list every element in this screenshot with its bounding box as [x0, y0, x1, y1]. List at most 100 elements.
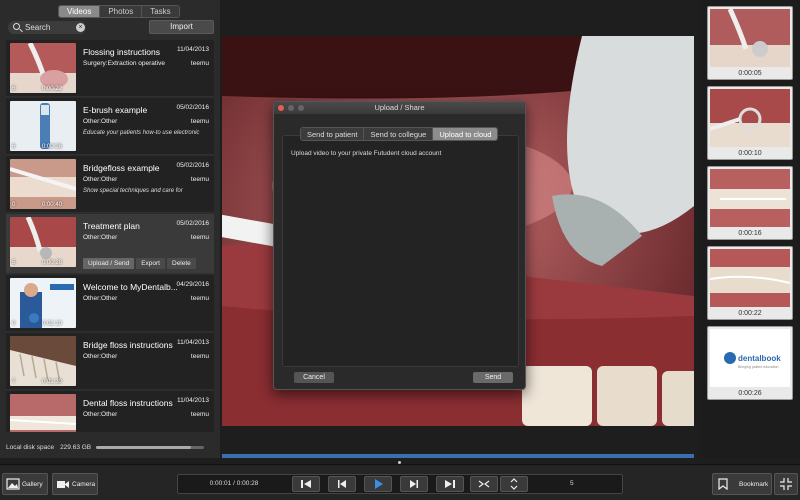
search-input[interactable]: Search: [8, 21, 86, 34]
next-frame-icon: [445, 480, 452, 488]
list-item[interactable]: 0 0:02:10 Welcome to MyDentalb... 04/29/…: [6, 275, 214, 332]
snapshot-item[interactable]: 0:00:22: [707, 246, 793, 320]
video-index: 7: [12, 379, 16, 385]
bookmark-button[interactable]: Bookmark: [712, 473, 772, 495]
video-thumbnail: 0 0:02:10: [10, 278, 76, 328]
disk-usage-fill: [96, 446, 192, 449]
bookmark-label: Bookmark: [739, 480, 769, 488]
dialog-message: Upload video to your private Futudent cl…: [291, 150, 442, 157]
snapshot-image: [710, 89, 790, 147]
collapse-icon: [478, 480, 490, 488]
snapshot-item[interactable]: dentalbook Bringing patient education 0:0…: [707, 326, 793, 400]
video-description: Educate your patients how-to use electro…: [83, 130, 200, 136]
snapshot-image: [710, 169, 790, 227]
updown-button[interactable]: [500, 476, 528, 492]
video-user: teemu: [190, 234, 209, 241]
video-category: Other:Other: [83, 295, 118, 302]
dentalbook-brand: dentalbook: [738, 354, 781, 363]
disk-space-label: Local disk space: [6, 444, 55, 451]
snapshot-item[interactable]: 0:00:10: [707, 86, 793, 160]
video-thumbnail: [10, 394, 76, 432]
upload-send-button[interactable]: Upload / Send: [83, 258, 135, 269]
dentalbook-tagline: Bringing patient education: [738, 365, 779, 369]
video-thumbnail: 6 0:00:36: [10, 101, 76, 151]
clear-search-icon[interactable]: ×: [76, 23, 85, 32]
snapshot-time: 0:00:26: [738, 390, 762, 397]
step-back-icon: [340, 480, 346, 488]
snapshot-item[interactable]: 0:00:05: [707, 6, 793, 80]
video-date: 11/04/2013: [176, 46, 209, 53]
gallery-button[interactable]: Gallery: [2, 473, 48, 495]
video-user: teemu: [190, 176, 209, 183]
video-duration: 0:00:28: [41, 260, 62, 266]
timeline-scrubber[interactable]: [222, 454, 694, 458]
video-title: Dental floss instructions: [83, 398, 173, 408]
video-title: E-brush example: [83, 105, 148, 115]
step-back-button[interactable]: [328, 476, 356, 492]
step-forward-button[interactable]: [400, 476, 428, 492]
minimize-window-icon[interactable]: [288, 105, 294, 111]
export-button[interactable]: Export: [136, 258, 165, 269]
video-duration: 0:00:40: [41, 202, 62, 208]
tab-send-to-patient[interactable]: Send to patient: [301, 128, 365, 140]
fullscreen-button[interactable]: [774, 473, 798, 495]
import-button[interactable]: Import: [149, 20, 214, 34]
video-user: teemu: [190, 295, 209, 302]
video-thumbnail: 5 0:00:28: [10, 217, 76, 267]
library-toolbar: Videos Photos Tasks Search × Import: [0, 0, 220, 40]
close-window-icon[interactable]: [278, 105, 284, 111]
list-item[interactable]: Dental floss instructions 11/04/2013 Oth…: [6, 391, 214, 432]
list-item[interactable]: 0 0:00:40 Bridgefloss example 05/02/2016…: [6, 156, 214, 213]
snapshot-image: [710, 9, 790, 67]
delete-button[interactable]: Delete: [167, 258, 196, 269]
tab-tasks[interactable]: Tasks: [142, 6, 179, 17]
video-index: 6: [12, 86, 16, 92]
zoom-window-icon[interactable]: [298, 105, 304, 111]
playback-controls: 0:00:01 / 0:00:28 5: [177, 474, 623, 494]
snapshot-time: 0:00:05: [738, 70, 762, 77]
bottom-toolbar: Gallery Camera 0:00:01 / 0:00:28 5 Bookm…: [0, 464, 800, 500]
prev-frame-button[interactable]: [292, 476, 320, 492]
cancel-button[interactable]: Cancel: [294, 372, 334, 383]
play-button[interactable]: [364, 476, 392, 492]
camera-button[interactable]: Camera: [52, 473, 98, 495]
search-placeholder: Search: [25, 23, 51, 32]
disk-space: Local disk space 229.63 GB: [6, 444, 91, 451]
video-index: 6: [12, 144, 16, 150]
disk-usage-bar: [96, 446, 204, 449]
list-item[interactable]: 6 0:00:22 Flossing instructions 11/04/20…: [6, 40, 214, 97]
video-category: Other:Other: [83, 234, 118, 241]
video-category: Other:Other: [83, 118, 118, 125]
video-index: 5: [12, 260, 16, 266]
tab-upload-to-cloud[interactable]: Upload to cloud: [433, 128, 498, 140]
video-user: teemu: [190, 353, 209, 360]
video-user: teemu: [190, 60, 209, 67]
video-list[interactable]: 6 0:00:22 Flossing instructions 11/04/20…: [6, 40, 214, 432]
send-button[interactable]: Send: [473, 372, 513, 383]
list-item[interactable]: 7 0:01:39 Bridge floss instructions 11/0…: [6, 333, 214, 390]
video-category: Surgery:Extraction operative: [83, 60, 166, 67]
list-item[interactable]: 6 0:00:36 E-brush example 05/02/2016 Oth…: [6, 98, 214, 155]
video-date: 05/02/2016: [176, 162, 209, 169]
dialog-title: Upload / Share: [374, 103, 425, 112]
dialog-content: Upload video to your private Futudent cl…: [282, 135, 519, 367]
prev-frame-icon: [304, 480, 311, 488]
next-frame-button[interactable]: [436, 476, 464, 492]
video-date: 04/29/2016: [176, 281, 209, 288]
video-title: Bridge floss instructions: [83, 340, 173, 350]
video-title: Welcome to MyDentalb...: [83, 282, 178, 292]
snapshot-image: [710, 249, 790, 307]
list-item-selected[interactable]: 5 0:00:28 Treatment plan 05/02/2016 Othe…: [6, 214, 214, 274]
video-user: teemu: [190, 411, 209, 418]
tab-videos[interactable]: Videos: [59, 6, 101, 17]
video-duration: 0:01:39: [41, 379, 62, 385]
video-user: teemu: [190, 118, 209, 125]
upload-share-dialog: Upload / Share Upload video to your priv…: [273, 101, 526, 390]
video-thumbnail: 6 0:00:22: [10, 43, 76, 93]
tab-photos[interactable]: Photos: [100, 6, 143, 17]
collapse-button[interactable]: [470, 476, 498, 492]
snapshot-item[interactable]: 0:00:16: [707, 166, 793, 240]
video-date: 05/02/2016: [176, 220, 209, 227]
video-thumbnail: 7 0:01:39: [10, 336, 76, 386]
tab-send-to-collegue[interactable]: Send to collegue: [364, 128, 434, 140]
